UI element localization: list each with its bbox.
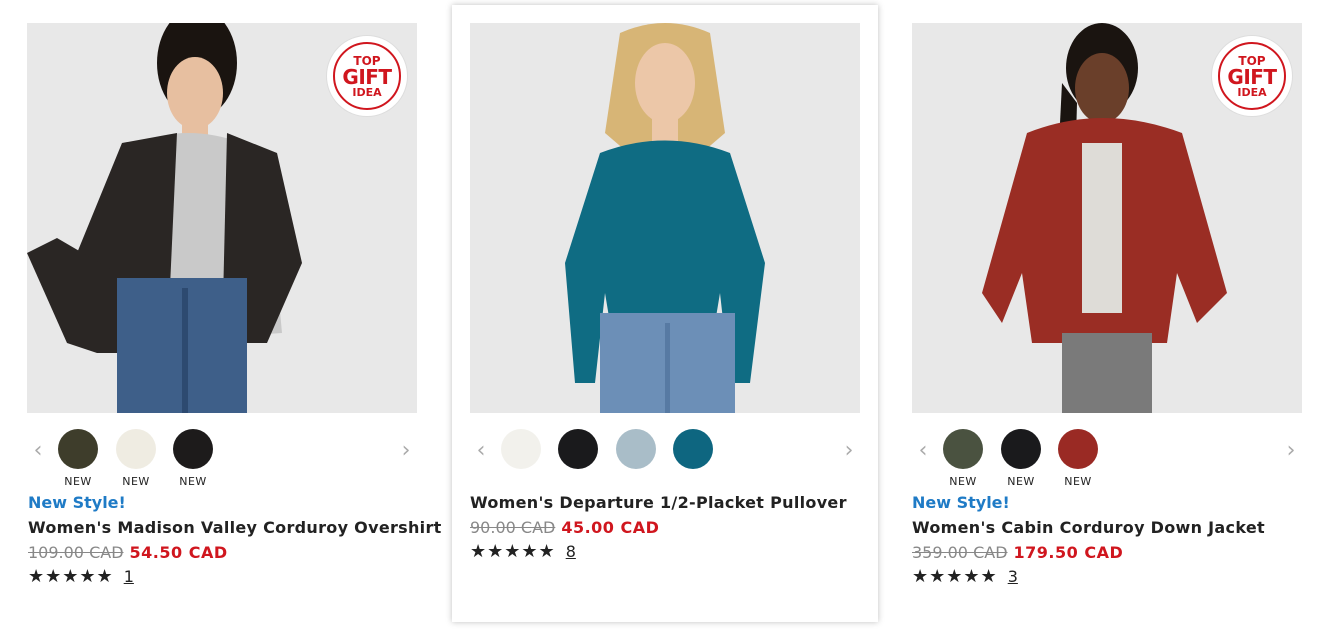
product-name[interactable]: Women's Madison Valley Corduroy Overshir… — [28, 518, 442, 537]
color-swatch-carousel: ‹ NEW NEW NEW › — [912, 423, 1302, 488]
price: 90.00 CAD 45.00 CAD — [470, 518, 659, 537]
top-gift-idea-badge: TOP GIFT IDEA — [1212, 36, 1292, 116]
review-count-link[interactable]: 3 — [1008, 567, 1018, 586]
star-rating-icon: ★★★★★ — [28, 566, 114, 587]
chevron-left-icon[interactable]: ‹ — [31, 440, 45, 462]
chevron-right-icon[interactable]: › — [399, 440, 413, 462]
new-style-label: New Style! — [912, 493, 1010, 512]
color-swatch[interactable] — [1001, 429, 1041, 469]
badge-line-2: GIFT — [1227, 64, 1277, 89]
chevron-left-icon[interactable]: ‹ — [474, 440, 488, 462]
product-card-cabin-down-jacket[interactable]: TOP GIFT IDEA ‹ NEW NEW NEW › New Style!… — [885, 0, 1311, 622]
color-swatch[interactable] — [558, 429, 598, 469]
rating: ★★★★★ 1 — [28, 566, 134, 587]
color-swatch-carousel: ‹ NEW NEW NEW › — [27, 423, 417, 488]
star-rating-icon: ★★★★★ — [470, 541, 556, 562]
product-image[interactable] — [470, 23, 860, 413]
original-price: 109.00 CAD — [28, 543, 124, 562]
chevron-right-icon[interactable]: › — [842, 440, 856, 462]
product-name[interactable]: Women's Cabin Corduroy Down Jacket — [912, 518, 1265, 537]
badge-line-3: IDEA — [352, 85, 382, 99]
badge-line-3: IDEA — [1237, 85, 1267, 99]
color-swatch[interactable] — [501, 429, 541, 469]
color-swatch[interactable] — [1058, 429, 1098, 469]
product-image[interactable]: TOP GIFT IDEA — [27, 23, 417, 413]
top-gift-idea-badge: TOP GIFT IDEA — [327, 36, 407, 116]
color-swatch[interactable] — [58, 429, 98, 469]
sale-price: 54.50 CAD — [129, 543, 228, 562]
product-card-madison-valley-overshirt[interactable]: TOP GIFT IDEA ‹ NEW NEW NEW › New Style!… — [0, 0, 441, 622]
sale-price: 45.00 CAD — [561, 518, 660, 537]
swatch-new-label: NEW — [179, 475, 207, 488]
swatch-new-label: NEW — [1064, 475, 1092, 488]
product-image[interactable]: TOP GIFT IDEA — [912, 23, 1302, 413]
chevron-left-icon[interactable]: ‹ — [916, 440, 930, 462]
color-swatch-carousel: ‹ › — [470, 423, 860, 483]
star-rating-icon: ★★★★★ — [912, 566, 998, 587]
color-swatch[interactable] — [943, 429, 983, 469]
color-swatch[interactable] — [173, 429, 213, 469]
color-swatch[interactable] — [616, 429, 656, 469]
product-name[interactable]: Women's Departure 1/2-Placket Pullover — [470, 493, 847, 512]
color-swatch[interactable] — [116, 429, 156, 469]
swatch-new-label: NEW — [1007, 475, 1035, 488]
new-style-label: New Style! — [28, 493, 126, 512]
review-count-link[interactable]: 8 — [566, 542, 576, 561]
chevron-right-icon[interactable]: › — [1284, 440, 1298, 462]
price: 109.00 CAD 54.50 CAD — [28, 543, 228, 562]
badge-line-2: GIFT — [342, 64, 392, 89]
model-photo — [470, 23, 860, 413]
product-card-departure-pullover[interactable]: ‹ › Women's Departure 1/2-Placket Pullov… — [452, 5, 878, 622]
price: 359.00 CAD 179.50 CAD — [912, 543, 1123, 562]
sale-price: 179.50 CAD — [1013, 543, 1124, 562]
review-count-link[interactable]: 1 — [124, 567, 134, 586]
original-price: 90.00 CAD — [470, 518, 556, 537]
rating: ★★★★★ 3 — [912, 566, 1018, 587]
swatch-new-label: NEW — [949, 475, 977, 488]
original-price: 359.00 CAD — [912, 543, 1008, 562]
swatch-new-label: NEW — [64, 475, 92, 488]
rating: ★★★★★ 8 — [470, 541, 576, 562]
color-swatch[interactable] — [673, 429, 713, 469]
swatch-new-label: NEW — [122, 475, 150, 488]
